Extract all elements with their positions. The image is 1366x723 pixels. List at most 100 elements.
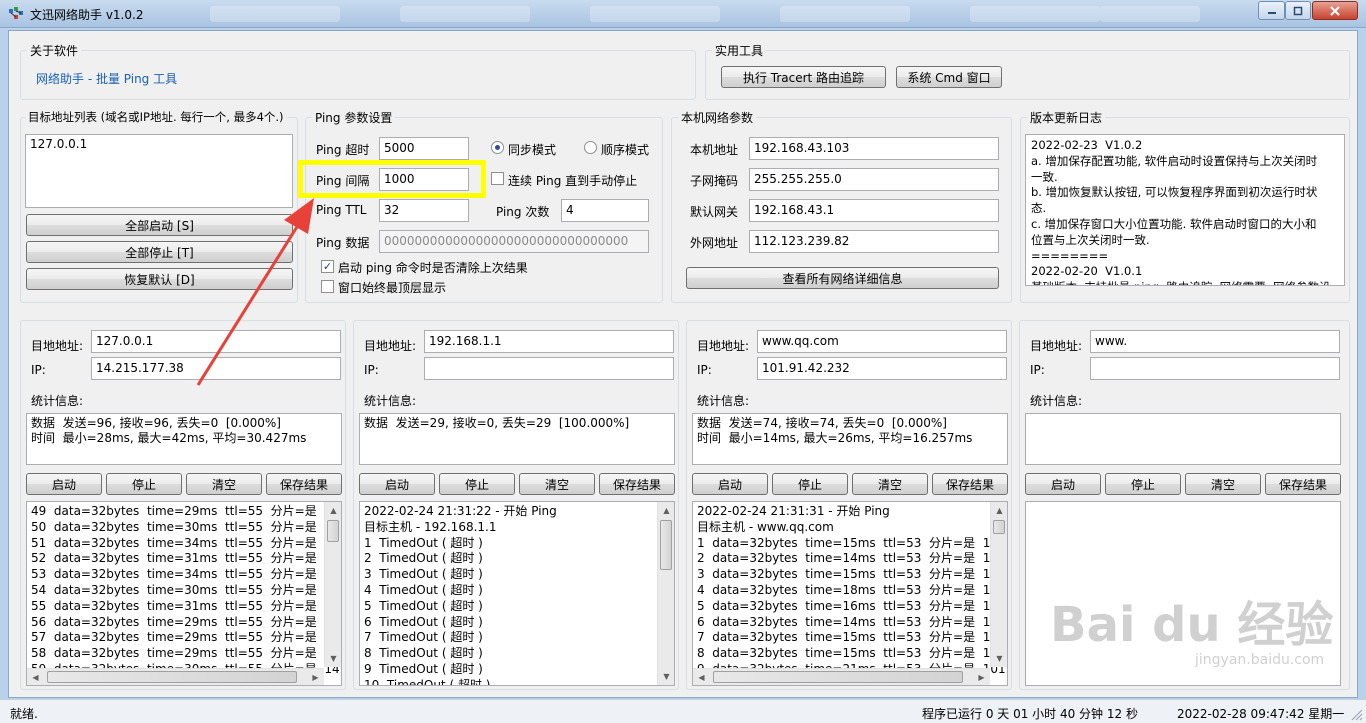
- log-vertical-scrollbar[interactable]: ▲ ▼: [657, 502, 674, 685]
- count-label: Ping 次数: [496, 205, 550, 219]
- sync-mode-radio[interactable]: [491, 141, 504, 154]
- ip-field[interactable]: 101.91.42.232: [757, 357, 1007, 380]
- save-result-button[interactable]: 保存结果: [266, 473, 342, 495]
- stop-button[interactable]: 停止: [439, 473, 515, 495]
- log-horizontal-scrollbar[interactable]: ◀ ▶: [27, 668, 324, 685]
- close-icon: [1330, 5, 1340, 16]
- start-button[interactable]: 启动: [1025, 473, 1101, 495]
- annotation-arrow: [196, 198, 314, 386]
- about-group: 关于软件 网络助手 - 批量 Ping 工具: [20, 42, 696, 100]
- changelog-text[interactable]: 2022-02-23 V1.0.2 a. 增加保存配置功能, 软件启动时设置保持…: [1025, 134, 1345, 286]
- stats-box: 数据 发送=96, 接收=96, 丢失=0 [0.000%] 时间 最小=28m…: [26, 413, 342, 465]
- network-group: 本机网络参数 本机地址 192.168.43.103 子网掩码 255.255.…: [671, 109, 1012, 303]
- ping-log[interactable]: 2022-02-24 21:31:31 - 开始 Ping 目标主机 - www…: [692, 501, 1008, 686]
- background-tab: [970, 6, 1100, 22]
- stats-label: 统计信息:: [364, 394, 417, 408]
- about-link[interactable]: 网络助手 - 批量 Ping 工具: [36, 70, 177, 87]
- timeout-input[interactable]: 5000: [379, 137, 469, 160]
- title-bar[interactable]: 文迅网络助手 v1.0.2: [0, 0, 1366, 28]
- target-label: 目地地址:: [697, 339, 750, 353]
- changelog-group-title: 版本更新日志: [1027, 109, 1106, 126]
- background-tab: [590, 6, 720, 22]
- ip-label: IP:: [1030, 363, 1045, 377]
- scroll-down-icon[interactable]: ▼: [658, 668, 675, 685]
- ip-label: IP:: [364, 363, 379, 377]
- log-vertical-scrollbar[interactable]: ▲ ▼: [324, 502, 341, 667]
- maximize-icon: [1293, 6, 1303, 15]
- tracert-button[interactable]: 执行 Tracert 路由追踪: [721, 66, 886, 88]
- log-vertical-scrollbar[interactable]: ▲ ▼: [990, 502, 1007, 667]
- ip-label: IP:: [31, 363, 46, 377]
- count-input[interactable]: 4: [561, 199, 649, 222]
- start-button[interactable]: 启动: [359, 473, 435, 495]
- arrow-head: [284, 198, 314, 234]
- sequential-mode-radio[interactable]: [584, 141, 597, 154]
- background-tab: [400, 6, 530, 22]
- subnet-mask-field[interactable]: 255.255.255.0: [749, 168, 999, 191]
- ip-field[interactable]: [1090, 357, 1340, 380]
- save-result-button[interactable]: 保存结果: [932, 473, 1008, 495]
- ip-field[interactable]: [424, 357, 674, 380]
- uptime-text: 程序已运行 0 天 01 小时 40 分钟 12 秒: [922, 707, 1138, 721]
- scroll-up-icon[interactable]: ▲: [325, 502, 342, 519]
- network-details-button[interactable]: 查看所有网络详细信息: [686, 267, 999, 289]
- minimize-button[interactable]: [1258, 1, 1285, 20]
- cmd-button[interactable]: 系统 Cmd 窗口: [896, 66, 1002, 88]
- log-horizontal-scrollbar[interactable]: ◀ ▶: [693, 668, 990, 685]
- target-input[interactable]: www.qq.com: [757, 330, 1007, 353]
- scroll-thumb[interactable]: [327, 520, 339, 542]
- ping-panel-3: 目地地址: www.qq.com IP: 101.91.42.232 统计信息:…: [686, 320, 1012, 690]
- scroll-right-icon[interactable]: ▶: [307, 669, 324, 686]
- arrow-shaft: [196, 221, 302, 386]
- resize-grip-icon[interactable]: [1350, 708, 1364, 722]
- stop-button[interactable]: 停止: [1105, 473, 1181, 495]
- close-button[interactable]: [1312, 1, 1358, 20]
- ping-data-input[interactable]: 00000000000000000000000000000000: [379, 230, 649, 253]
- local-ip-field[interactable]: 192.168.43.103: [749, 137, 999, 160]
- ttl-input[interactable]: 32: [379, 199, 469, 222]
- ping-log[interactable]: 49 data=32bytes time=29ms ttl=55 分片=是 14…: [26, 501, 342, 686]
- maximize-button[interactable]: [1285, 1, 1311, 20]
- clear-button[interactable]: 清空: [852, 473, 928, 495]
- target-label: 目地地址:: [1030, 339, 1083, 353]
- targets-group-title: 目标地址列表 (域名或IP地址. 每行一个, 最多4个.): [25, 109, 287, 125]
- scroll-thumb[interactable]: [993, 520, 1005, 534]
- datetime-text: 2022-02-28 09:47:42 星期一: [1177, 707, 1345, 721]
- continuous-ping-checkbox[interactable]: [491, 172, 504, 185]
- scroll-up-icon[interactable]: ▲: [991, 502, 1008, 519]
- local-ip-label: 本机地址: [690, 143, 739, 157]
- external-ip-label: 外网地址: [690, 236, 739, 250]
- start-button[interactable]: 启动: [692, 473, 768, 495]
- save-result-button[interactable]: 保存结果: [1265, 473, 1341, 495]
- scroll-thumb[interactable]: [47, 671, 297, 683]
- background-tab: [210, 6, 340, 22]
- scroll-down-icon[interactable]: ▼: [325, 650, 342, 667]
- clear-button[interactable]: 清空: [519, 473, 595, 495]
- stop-button[interactable]: 停止: [106, 473, 182, 495]
- scroll-thumb[interactable]: [660, 520, 672, 570]
- gateway-field[interactable]: 192.168.43.1: [749, 199, 999, 222]
- ping-log[interactable]: 2022-02-24 21:31:22 - 开始 Ping 目标主机 - 192…: [359, 501, 675, 686]
- clear-button[interactable]: 清空: [1185, 473, 1261, 495]
- scroll-down-icon[interactable]: ▼: [991, 650, 1008, 667]
- stats-box: 数据 发送=29, 接收=0, 丢失=29 [100.000%]: [359, 413, 675, 465]
- target-label: 目地地址:: [364, 339, 417, 353]
- scroll-thumb[interactable]: [713, 671, 963, 683]
- clear-button[interactable]: 清空: [186, 473, 262, 495]
- stats-label: 统计信息:: [31, 394, 84, 408]
- save-result-button[interactable]: 保存结果: [599, 473, 675, 495]
- target-input[interactable]: 192.168.1.1: [424, 330, 674, 353]
- gateway-label: 默认网关: [690, 205, 739, 219]
- scroll-left-icon[interactable]: ◀: [693, 669, 710, 686]
- scroll-up-icon[interactable]: ▲: [658, 502, 675, 519]
- external-ip-field[interactable]: 112.123.239.82: [749, 230, 999, 253]
- start-button[interactable]: 启动: [26, 473, 102, 495]
- target-label: 目地地址:: [31, 339, 84, 353]
- scroll-left-icon[interactable]: ◀: [27, 669, 44, 686]
- stop-button[interactable]: 停止: [772, 473, 848, 495]
- target-input[interactable]: www.: [1090, 330, 1340, 353]
- changelog-group: 版本更新日志 2022-02-23 V1.0.2 a. 增加保存配置功能, 软件…: [1020, 109, 1350, 303]
- scroll-right-icon[interactable]: ▶: [973, 669, 990, 686]
- background-tab: [1100, 6, 1200, 22]
- about-group-title: 关于软件: [27, 42, 82, 59]
